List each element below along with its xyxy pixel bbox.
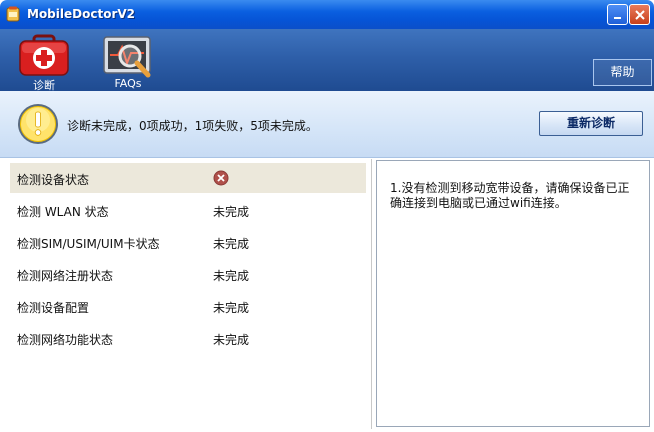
- check-name: 检测网络功能状态: [17, 333, 114, 347]
- check-status: 未完成: [213, 237, 250, 251]
- rediagnose-button[interactable]: 重新诊断: [539, 111, 643, 136]
- check-status: 未完成: [213, 269, 250, 283]
- title-bar: MobileDoctorV2: [0, 0, 654, 29]
- fail-icon: [213, 170, 229, 186]
- minimize-icon: [613, 16, 621, 19]
- window-title: MobileDoctorV2: [27, 7, 135, 21]
- check-row-device-config[interactable]: 检测设备配置 未完成: [10, 291, 366, 321]
- check-status: 未完成: [213, 333, 250, 347]
- check-row-network-registration[interactable]: 检测网络注册状态 未完成: [10, 259, 366, 289]
- medical-kit-icon: [19, 34, 69, 76]
- app-icon: [6, 6, 20, 22]
- check-row-wlan-status[interactable]: 检测 WLAN 状态 未完成: [10, 195, 366, 225]
- panel-divider: [371, 159, 372, 429]
- toolbar: 诊断 FAQs 帮助: [0, 29, 654, 92]
- check-name: 检测设备配置: [17, 301, 90, 315]
- check-name: 检测网络注册状态: [17, 269, 114, 283]
- faqs-label: FAQs: [114, 77, 142, 90]
- checks-list: 检测设备状态 检测 WLAN 状态 未完成 检测SIM/USIM/UIM卡状态 …: [6, 159, 370, 428]
- check-name: 检测SIM/USIM/UIM卡状态: [17, 237, 160, 251]
- help-button[interactable]: 帮助: [593, 59, 652, 86]
- check-status: 未完成: [213, 301, 250, 315]
- faqs-tool-button[interactable]: FAQs: [100, 33, 156, 90]
- check-row-sim-status[interactable]: 检测SIM/USIM/UIM卡状态 未完成: [10, 227, 366, 257]
- details-text: 1.没有检测到移动宽带设备，请确保设备已正确连接到电脑或已通过wifi连接。: [390, 181, 630, 210]
- details-panel: 1.没有检测到移动宽带设备，请确保设备已正确连接到电脑或已通过wifi连接。: [376, 160, 650, 427]
- status-message: 诊断未完成，0项成功，1项失败，5项未完成。: [67, 119, 318, 133]
- minimize-button[interactable]: [607, 4, 628, 25]
- check-name: 检测 WLAN 状态: [17, 205, 109, 219]
- check-row-network-function[interactable]: 检测网络功能状态 未完成: [10, 323, 366, 353]
- check-status: 未完成: [213, 205, 250, 219]
- diagnose-tool-button[interactable]: 诊断: [16, 33, 72, 92]
- status-banner: 诊断未完成，0项成功，1项失败，5项未完成。 重新诊断: [0, 91, 654, 158]
- check-row-device-status[interactable]: 检测设备状态: [10, 163, 366, 193]
- check-name: 检测设备状态: [17, 173, 90, 187]
- close-icon: [634, 9, 645, 20]
- monitor-magnifier-icon: [103, 36, 151, 78]
- warning-icon: [18, 104, 58, 144]
- close-button[interactable]: [629, 4, 650, 25]
